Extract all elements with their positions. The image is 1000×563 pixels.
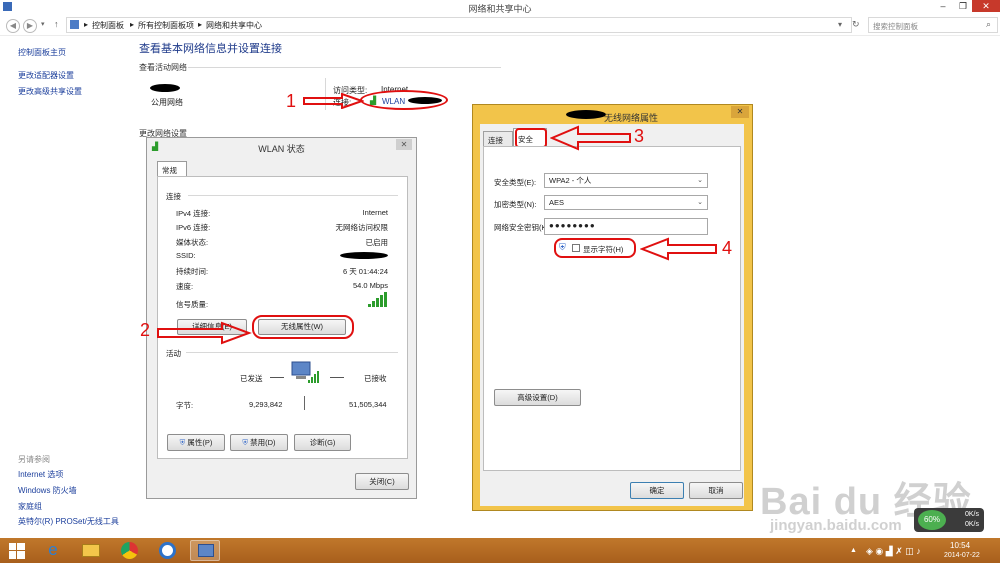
see-also-homegroup[interactable]: 家庭组: [18, 501, 42, 512]
signal-quality-label: 信号质量:: [176, 300, 209, 309]
shield-icon: ⛨: [242, 438, 249, 447]
refresh-icon[interactable]: ↻: [852, 19, 860, 30]
ipv4-label: IPv4 连接:: [176, 209, 211, 218]
breadcrumb-all-items[interactable]: 所有控制面板项: [138, 20, 194, 31]
sidebar-link-sharing[interactable]: 更改高级共享设置: [18, 86, 82, 97]
page-title: 查看基本网络信息并设置连接: [139, 43, 282, 55]
ipv6-label: IPv6 连接:: [176, 223, 211, 232]
cancel-button[interactable]: 取消: [689, 482, 743, 499]
windows-start-icon[interactable]: [9, 543, 25, 559]
network-type: 公用网络: [151, 98, 183, 107]
close-dialog-button[interactable]: 关闭(C): [355, 473, 409, 490]
media-state-label: 媒体状态:: [176, 238, 209, 247]
advanced-settings-button[interactable]: 高级设置(D): [494, 389, 581, 406]
props-dialog-close-icon[interactable]: ✕: [731, 106, 749, 118]
received-label: 已接收: [364, 374, 387, 383]
chevron-down-icon: ⌄: [697, 177, 703, 184]
annotation-ellipse-2: [252, 315, 354, 339]
sent-label: 已发送: [240, 374, 263, 383]
address-dropdown-icon[interactable]: ▾: [838, 20, 842, 29]
redacted-network-title: [566, 110, 606, 119]
wlan-status-title: WLAN 状态: [258, 144, 305, 154]
watermark-url: jingyan.baidu.com: [770, 517, 902, 534]
up-icon[interactable]: ↑: [54, 19, 59, 29]
see-also-internet-options[interactable]: Internet 选项: [18, 469, 63, 480]
redacted-network-name: [150, 84, 180, 92]
speed-value: 54.0 Mbps: [352, 281, 388, 290]
redacted-ssid-value: [340, 252, 388, 259]
clock-date[interactable]: 2014-07-22: [944, 552, 980, 559]
wlan-dialog-close-icon[interactable]: ✕: [396, 139, 412, 150]
ssid-label: SSID:: [176, 251, 196, 260]
net-download-speed: 0K/s: [965, 521, 980, 528]
file-explorer-icon[interactable]: [76, 540, 106, 561]
shield-icon: ⛨: [179, 438, 186, 447]
active-networks-label: 查看活动网络: [139, 63, 187, 72]
connection-section-label: 连接: [166, 192, 181, 201]
control-panel-icon: [70, 20, 79, 29]
bytes-label: 字节:: [176, 401, 194, 410]
chevron-down-icon: ⌄: [697, 199, 703, 206]
breadcrumb-control-panel[interactable]: 控制面板: [92, 20, 124, 31]
ok-button[interactable]: 确定: [630, 482, 684, 499]
ie-icon[interactable]: e: [38, 540, 68, 561]
ipv6-value: 无网络访问权限: [335, 223, 389, 232]
search-icon[interactable]: ⌕: [986, 19, 991, 30]
tray-overflow-icon[interactable]: ▲: [850, 547, 857, 554]
see-also-title: 另请参阅: [18, 455, 50, 464]
annotation-number-2: 2: [140, 320, 151, 340]
network-key-label: 网络安全密钥(K): [494, 223, 549, 232]
annotation-box-3: [515, 128, 547, 148]
annotation-ellipse-4: [554, 238, 636, 258]
speed-label: 速度:: [176, 282, 194, 291]
signal-bars-icon: [368, 292, 387, 307]
annotation-number-4: 4: [722, 238, 733, 258]
ipv4-value: Internet: [362, 208, 388, 217]
annotation-number-1: 1: [286, 91, 297, 111]
annotation-arrow-2: [157, 321, 252, 345]
bytes-sent-value: 9,293,842: [249, 400, 283, 409]
annotation-arrow-3: [550, 125, 631, 151]
back-icon[interactable]: ◀: [6, 19, 20, 33]
annotation-ellipse-1: [360, 90, 448, 110]
history-dropdown-icon[interactable]: ▾: [41, 20, 45, 28]
chrome-icon[interactable]: [114, 540, 144, 561]
clock-time[interactable]: 10:54: [950, 541, 970, 550]
browser-360-icon[interactable]: [152, 540, 182, 561]
annotation-arrow-1: [303, 93, 364, 109]
annotation-number-3: 3: [634, 126, 645, 146]
sidebar-link-home[interactable]: 控制面板主页: [18, 47, 66, 58]
duration-value: 6 天 01:44:24: [342, 267, 388, 276]
search-input[interactable]: 搜索控制面板: [868, 17, 998, 33]
security-type-label: 安全类型(E):: [494, 178, 537, 187]
duration-label: 持续时间:: [176, 267, 209, 276]
encryption-type-select[interactable]: AES ⌄: [544, 195, 708, 210]
activity-section-label: 活动: [166, 349, 181, 358]
bytes-received-value: 51,505,344: [349, 400, 387, 409]
properties-button[interactable]: ⛨ 属性(P): [167, 434, 225, 451]
battery-percent: 60%: [918, 510, 946, 530]
see-also-firewall[interactable]: Windows 防火墙: [18, 485, 77, 496]
tab-connection[interactable]: 连接: [483, 131, 513, 147]
sidebar-link-adapter[interactable]: 更改适配器设置: [18, 70, 74, 81]
disable-button[interactable]: ⛨ 禁用(D): [230, 434, 288, 451]
annotation-arrow-4: [640, 237, 717, 261]
network-key-input[interactable]: ●●●●●●●●: [544, 218, 708, 235]
network-computer-icon: [291, 361, 319, 383]
forward-icon[interactable]: ▶: [23, 19, 37, 33]
wireless-properties-title: 无线网络属性: [604, 113, 659, 123]
tray-app-icons[interactable]: ◈ ◉ ▟ ✗ ◫ ♪: [866, 546, 921, 557]
control-panel-taskbar-icon[interactable]: [190, 540, 220, 561]
encryption-type-label: 加密类型(N):: [494, 200, 537, 209]
media-state-value: 已启用: [365, 238, 389, 247]
maximize-button[interactable]: ❐: [952, 0, 974, 12]
minimize-button[interactable]: –: [932, 0, 954, 12]
security-type-select[interactable]: WPA2 - 个人 ⌄: [544, 173, 708, 188]
net-upload-speed: 0K/s: [965, 511, 980, 518]
diagnose-button[interactable]: 诊断(G): [294, 434, 351, 451]
tab-general[interactable]: 常规: [157, 161, 187, 177]
see-also-proset[interactable]: 英特尔(R) PROSet/无线工具: [18, 516, 119, 527]
close-window-button[interactable]: ✕: [972, 0, 1000, 12]
breadcrumb-network-center[interactable]: 网络和共享中心: [206, 20, 262, 31]
